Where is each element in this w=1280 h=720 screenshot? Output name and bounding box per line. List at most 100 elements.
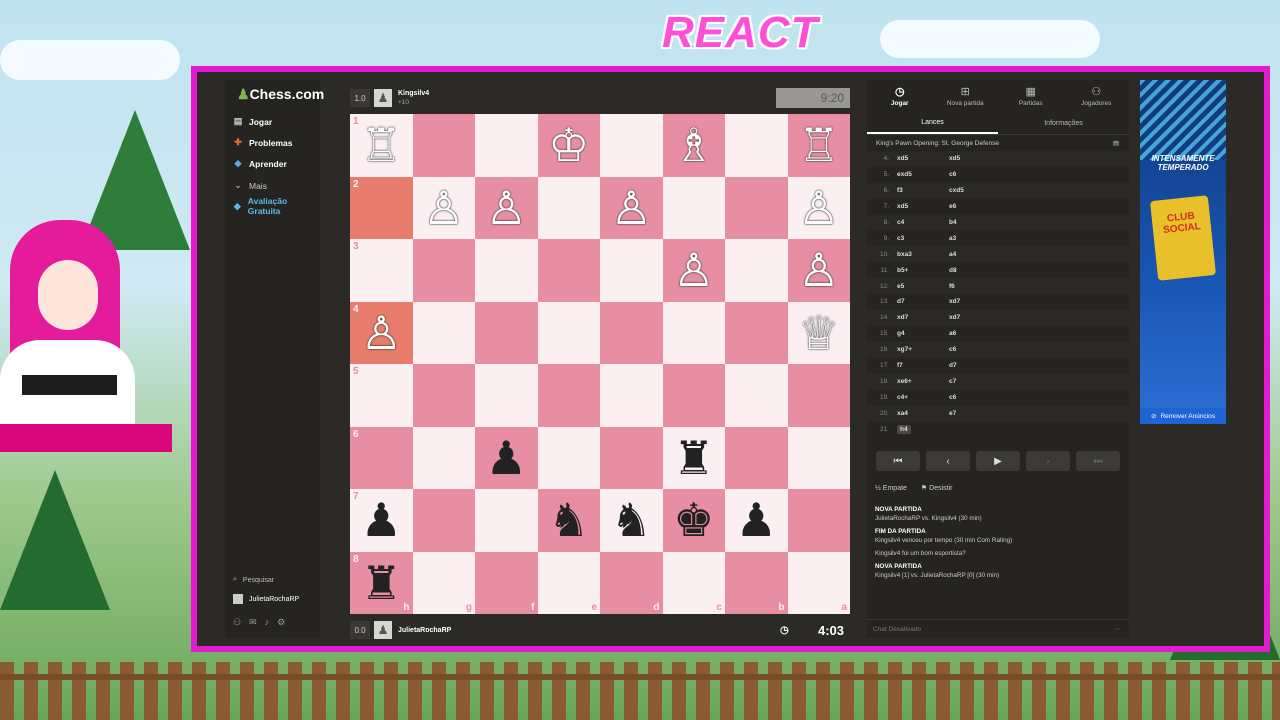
mail-icon[interactable]: ✉ [249, 617, 257, 628]
prev-move-button[interactable]: ‹ [926, 451, 970, 471]
board-square[interactable] [475, 239, 538, 302]
chess-piece[interactable]: ♙ [673, 247, 714, 293]
board-square[interactable] [600, 114, 663, 177]
white-move[interactable]: c4+ [897, 394, 949, 401]
board-square[interactable]: ♙ [600, 176, 663, 239]
chess-piece[interactable]: ♜ [673, 435, 714, 481]
resign-button[interactable]: ⚑ Desistir [921, 484, 953, 492]
board-square[interactable] [787, 426, 850, 489]
board-square[interactable]: ♞ [537, 489, 600, 552]
white-move[interactable]: c3 [897, 235, 949, 242]
chess-piece[interactable]: ♙ [423, 185, 464, 231]
more-icon[interactable]: ⋯ [1115, 625, 1122, 633]
top-avatar[interactable]: ♟ [374, 89, 392, 107]
friends-icon[interactable]: ⚇ [233, 617, 241, 628]
advertisement[interactable]: INTENSAMENTE TEMPERADO CLUB SOCIAL ⊘ Remo… [1140, 80, 1226, 424]
board-square[interactable] [537, 301, 600, 364]
white-move[interactable]: f3 [897, 187, 949, 194]
board-square[interactable] [600, 426, 663, 489]
board-square[interactable] [475, 364, 538, 427]
board-square[interactable] [537, 426, 600, 489]
board-square[interactable] [600, 301, 663, 364]
search-link[interactable]: ⌕ Pesquisar [233, 576, 274, 584]
white-move[interactable]: c4 [897, 219, 949, 226]
move-list[interactable]: 4. xd5 xd5 5. exd5 c6 6. f3 cxd5 7. xd5 e6 8. c4 b4 9. c… [867, 151, 1129, 441]
board-square[interactable]: ♜ [662, 426, 725, 489]
last-move-button[interactable]: ⏭ [1076, 451, 1120, 471]
board-square[interactable]: 2 [350, 176, 413, 239]
chess-piece[interactable]: ♜ [361, 560, 402, 606]
white-move[interactable]: exd5 [897, 171, 949, 178]
black-move[interactable]: a6 [949, 330, 1059, 337]
board-square[interactable]: 5 [350, 364, 413, 427]
board-square[interactable] [662, 364, 725, 427]
subtab-informacoes[interactable]: Informações [998, 112, 1129, 134]
black-move[interactable]: c6 [949, 171, 1059, 178]
tab-partidas[interactable]: ▦ Partidas [998, 80, 1064, 112]
chess-piece[interactable]: ♞ [548, 497, 589, 543]
board-square[interactable]: f [475, 551, 538, 614]
chess-piece[interactable]: ♟ [736, 497, 777, 543]
chess-piece[interactable]: ♚ [673, 497, 714, 543]
nav-item-avaliacao[interactable]: ◆ Avaliação Gratuita [233, 196, 313, 216]
black-move[interactable]: c7 [949, 378, 1059, 385]
board-square[interactable]: 4 ♙ [350, 301, 413, 364]
black-move[interactable]: xd7 [949, 314, 1059, 321]
board-square[interactable] [412, 426, 475, 489]
white-move[interactable]: bxa3 [897, 251, 949, 258]
board-square[interactable] [537, 176, 600, 239]
black-move[interactable]: f6 [949, 283, 1059, 290]
board-square[interactable] [537, 364, 600, 427]
board-square[interactable]: ♗ [662, 114, 725, 177]
board-square[interactable]: ♙ [412, 176, 475, 239]
gear-icon[interactable]: ⚙ [277, 617, 285, 628]
board-square[interactable]: d [600, 551, 663, 614]
board-square[interactable] [725, 176, 788, 239]
board-square[interactable]: ♙ [662, 239, 725, 302]
board-square[interactable] [725, 301, 788, 364]
board-square[interactable] [475, 489, 538, 552]
nav-item-aprender[interactable]: ◆ Aprender [233, 158, 287, 169]
board-square[interactable]: e [537, 551, 600, 614]
white-move[interactable]: xg7+ [897, 346, 949, 353]
white-move[interactable]: d7 [897, 298, 949, 305]
bell-icon[interactable]: ♪ [265, 617, 270, 628]
board-square[interactable]: ♟ [475, 426, 538, 489]
board-square[interactable] [662, 301, 725, 364]
chess-board[interactable]: 1 ♖ ♔ ♗ ♖ 2 ♙ ♙ ♙ ♙ 3 ♙ ♙ 4 ♙ ♕ 5 6 ♟ ♜ 7 ♟ ♞ ♞ ♚ ♟ 8 h ♜ g f e d c b a [350, 114, 850, 614]
chess-piece[interactable]: ♙ [798, 247, 839, 293]
board-square[interactable]: ♔ [537, 114, 600, 177]
black-move[interactable]: d8 [949, 267, 1059, 274]
chess-piece[interactable]: ♕ [798, 310, 839, 356]
board-square[interactable] [412, 114, 475, 177]
board-square[interactable] [412, 301, 475, 364]
board-square[interactable]: 6 [350, 426, 413, 489]
board-square[interactable] [787, 364, 850, 427]
chess-piece[interactable]: ♞ [611, 497, 652, 543]
tab-jogar[interactable]: ◷ Jogar [867, 80, 933, 112]
white-move[interactable]: b5+ [897, 267, 949, 274]
white-move[interactable]: h4 [897, 424, 949, 434]
black-move[interactable]: a4 [949, 251, 1059, 258]
book-icon[interactable]: ▤ [1113, 139, 1119, 147]
chess-piece[interactable]: ♟ [486, 435, 527, 481]
board-square[interactable]: g [412, 551, 475, 614]
first-move-button[interactable]: ⏮ [876, 451, 920, 471]
nav-item-problemas[interactable]: ✚ Problemas [233, 137, 292, 148]
nav-item-jogar[interactable]: ▤ Jogar [233, 116, 272, 127]
chess-piece[interactable]: ♗ [673, 122, 714, 168]
chess-logo[interactable]: ♟Chess.com [237, 86, 324, 103]
chess-piece[interactable]: ♙ [611, 185, 652, 231]
board-square[interactable]: c [662, 551, 725, 614]
board-square[interactable] [412, 239, 475, 302]
black-move[interactable]: b4 [949, 219, 1059, 226]
board-square[interactable]: ♕ [787, 301, 850, 364]
bottom-avatar[interactable]: ♟ [374, 621, 392, 639]
board-square[interactable]: ♖ [787, 114, 850, 177]
black-move[interactable]: e7 [949, 410, 1059, 417]
board-square[interactable] [662, 176, 725, 239]
chess-piece[interactable]: ♙ [361, 310, 402, 356]
board-square[interactable] [475, 114, 538, 177]
white-move[interactable]: xa4 [897, 410, 949, 417]
chess-piece[interactable]: ♖ [798, 122, 839, 168]
